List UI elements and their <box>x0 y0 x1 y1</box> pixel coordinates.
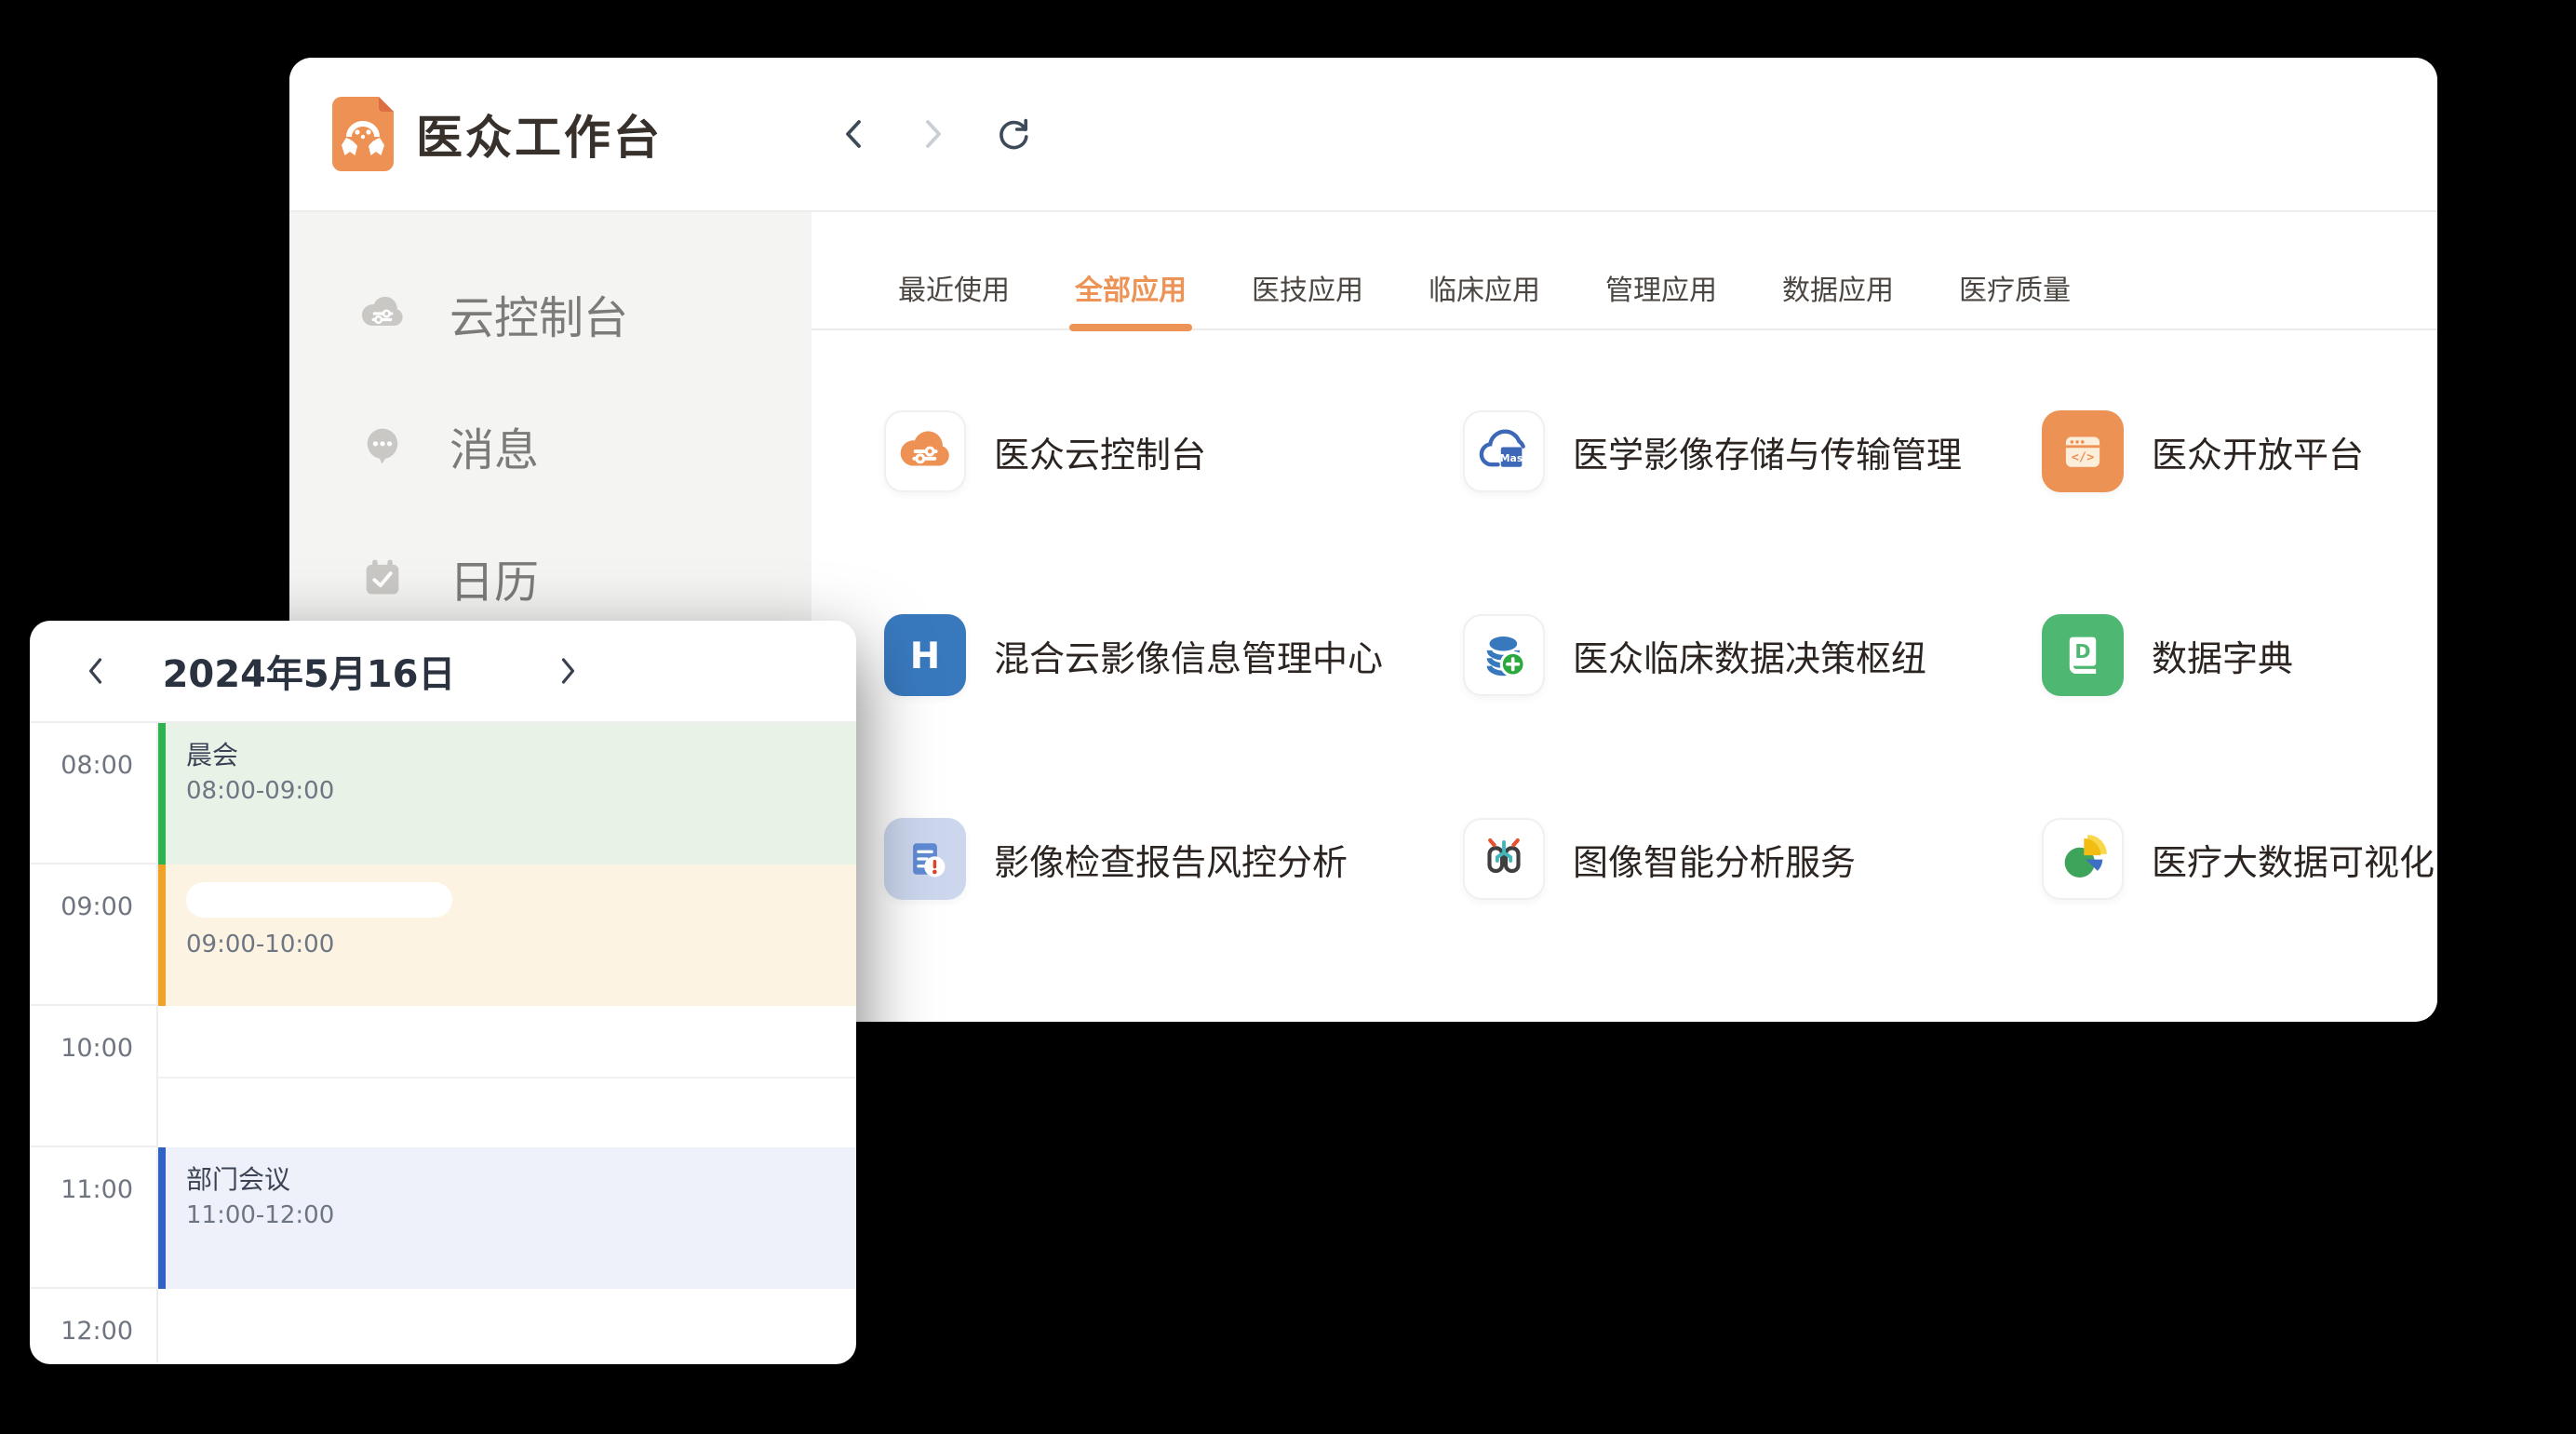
browser-nav <box>834 114 1033 154</box>
back-button[interactable] <box>834 114 873 154</box>
app-grid: 医众云控制台 Mas 医学影像存储与传输管理 <box>812 330 2437 1020</box>
svg-text:D: D <box>2074 640 2090 663</box>
hospital-h-icon: H <box>896 626 954 684</box>
tab-all-apps[interactable]: 全部应用 <box>1075 272 1187 328</box>
chevron-left-icon <box>839 115 867 153</box>
window-header: 医众工作台 <box>289 58 2437 212</box>
calendar-day-view: 08:00 09:00 10:00 11:00 12:00 晨会 08:00-0… <box>30 723 856 1362</box>
cloud-storage-mas-icon: Mas <box>1475 422 1533 480</box>
event-redacted[interactable]: 09:00-10:00 <box>158 864 856 1006</box>
database-plus-icon <box>1475 626 1533 684</box>
redacted-event-title <box>186 882 452 918</box>
app-report-risk-analysis[interactable]: 影像检查报告风控分析 <box>884 818 1463 900</box>
time-label: 09:00 <box>30 864 156 1006</box>
main-content: 最近使用 全部应用 医技应用 临床应用 管理应用 数据应用 医疗质量 <box>812 212 2437 1020</box>
sidebar-item-label: 消息 <box>449 413 539 478</box>
lungs-icon <box>1475 830 1533 888</box>
event-time: 11:00-12:00 <box>186 1201 834 1229</box>
calendar-next-day-button[interactable] <box>549 650 586 691</box>
refresh-icon <box>994 114 1033 154</box>
forward-button[interactable] <box>914 114 953 154</box>
calendar-date-title: 2024年5月16日 <box>123 621 495 721</box>
app-open-platform[interactable]: </> 医众开放平台 <box>2042 410 2437 492</box>
chevron-left-icon <box>86 655 106 687</box>
app-hybrid-cloud-imaging[interactable]: H 混合云影像信息管理中心 <box>884 614 1463 696</box>
calendar-prev-day-button[interactable] <box>77 650 114 691</box>
tab-management-apps[interactable]: 管理应用 <box>1605 272 1717 328</box>
refresh-button[interactable] <box>994 114 1033 154</box>
tab-clinical-apps[interactable]: 临床应用 <box>1429 272 1540 328</box>
calendar-header: 2024年5月16日 <box>30 621 856 723</box>
svg-text:</>: </> <box>2072 449 2094 464</box>
tab-recent[interactable]: 最近使用 <box>898 272 1010 328</box>
sidebar-item-messages[interactable]: 消息 <box>289 418 812 474</box>
app-name: 数据字典 <box>2152 630 2293 681</box>
app-name: 混合云影像信息管理中心 <box>994 630 1383 681</box>
time-column: 08:00 09:00 10:00 11:00 12:00 <box>30 723 158 1362</box>
chevron-right-icon <box>557 655 578 687</box>
app-name: 影像检查报告风控分析 <box>994 834 1348 885</box>
sidebar-item-label: 日历 <box>449 545 539 610</box>
app-cloud-console[interactable]: 医众云控制台 <box>884 410 1463 492</box>
app-logo-icon <box>332 97 394 171</box>
app-big-data-visualization[interactable]: 医疗大数据可视化 <box>2042 818 2437 900</box>
event-morning-meeting[interactable]: 晨会 08:00-09:00 <box>158 723 856 864</box>
time-label: 11:00 <box>30 1147 156 1289</box>
svg-text:H: H <box>910 636 940 677</box>
tab-medtech-apps[interactable]: 医技应用 <box>1252 272 1363 328</box>
code-window-icon: </> <box>2054 422 2112 480</box>
svg-text:Mas: Mas <box>1500 452 1523 464</box>
time-label: 10:00 <box>30 1006 156 1147</box>
sidebar-item-cloud-console[interactable]: 云控制台 <box>289 286 812 342</box>
chevron-right-icon <box>919 115 947 153</box>
app-image-storage-transfer[interactable]: Mas 医学影像存储与传输管理 <box>1463 410 2042 492</box>
app-image-ai-analysis[interactable]: 图像智能分析服务 <box>1463 818 2042 900</box>
sidebar-item-label: 云控制台 <box>449 281 628 346</box>
screen: 医众工作台 <box>0 0 2576 1434</box>
calendar-check-icon <box>358 554 407 602</box>
app-clinical-data-hub[interactable]: 医众临床数据决策枢纽 <box>1463 614 2042 696</box>
tabs-bar: 最近使用 全部应用 医技应用 临床应用 管理应用 数据应用 医疗质量 <box>812 212 2437 330</box>
app-title: 医众工作台 <box>416 101 663 168</box>
app-name: 医众临床数据决策枢纽 <box>1573 630 1926 681</box>
pie-chart-icon <box>2054 830 2112 888</box>
app-data-dictionary[interactable]: D 数据字典 <box>2042 614 2437 696</box>
cloud-settings-icon <box>358 289 407 338</box>
event-department-meeting[interactable]: 部门会议 11:00-12:00 <box>158 1147 856 1289</box>
app-name: 医学影像存储与传输管理 <box>1573 426 1962 477</box>
event-time: 08:00-09:00 <box>186 777 834 805</box>
app-name: 医疗大数据可视化 <box>2152 834 2435 885</box>
event-title: 晨会 <box>186 740 834 771</box>
time-label: 12:00 <box>30 1289 156 1364</box>
half-hour-gridline <box>158 1077 856 1079</box>
app-name: 图像智能分析服务 <box>1573 834 1856 885</box>
tab-data-apps[interactable]: 数据应用 <box>1782 272 1894 328</box>
time-label: 08:00 <box>30 723 156 864</box>
sidebar-item-calendar[interactable]: 日历 <box>289 550 812 606</box>
calendar-panel: 2024年5月16日 08:00 09:00 10:00 11:00 12:00… <box>30 621 856 1364</box>
report-alert-icon <box>896 830 954 888</box>
tab-quality[interactable]: 医疗质量 <box>1959 272 2071 328</box>
app-name: 医众开放平台 <box>2152 426 2364 477</box>
event-time: 09:00-10:00 <box>186 931 834 958</box>
cloud-settings-icon <box>896 422 954 480</box>
event-title: 部门会议 <box>186 1164 834 1196</box>
dictionary-book-icon: D <box>2054 626 2112 684</box>
app-name: 医众云控制台 <box>994 426 1206 477</box>
message-bubble-icon <box>358 422 407 470</box>
